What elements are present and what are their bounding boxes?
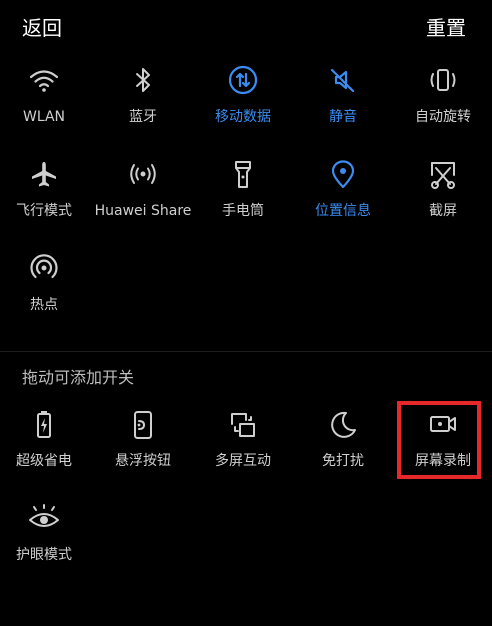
floating-button-icon bbox=[126, 408, 160, 442]
tile-screenshot[interactable]: 截屏 bbox=[394, 158, 492, 238]
wifi-icon bbox=[27, 64, 61, 98]
tile-label: Huawei Share bbox=[94, 203, 192, 219]
tile-auto-rotate[interactable]: 自动旋转 bbox=[394, 64, 492, 144]
auto-rotate-icon bbox=[426, 64, 460, 98]
tile-multi-screen[interactable]: 多屏互动 bbox=[194, 408, 292, 488]
tile-label: 位置信息 bbox=[315, 203, 371, 219]
tile-super-power-saving[interactable]: 超级省电 bbox=[0, 408, 93, 488]
tile-label: 移动数据 bbox=[215, 109, 271, 125]
add-section-title: 拖动可添加开关 bbox=[22, 368, 135, 387]
tile-floating-button[interactable]: 悬浮按钮 bbox=[94, 408, 192, 488]
tile-label: 超级省电 bbox=[16, 453, 72, 469]
mobile-data-icon bbox=[226, 64, 260, 98]
battery-icon bbox=[27, 408, 61, 442]
multi-screen-icon bbox=[226, 408, 260, 442]
tile-screen-record[interactable]: 屏幕录制 bbox=[394, 408, 492, 488]
bluetooth-icon bbox=[126, 64, 160, 98]
hotspot-icon bbox=[27, 252, 61, 286]
tile-label: 飞行模式 bbox=[16, 203, 72, 219]
tile-label: 悬浮按钮 bbox=[115, 453, 171, 469]
tile-label: 屏幕录制 bbox=[415, 453, 471, 469]
tile-location[interactable]: 位置信息 bbox=[294, 158, 392, 238]
tile-mobile-data[interactable]: 移动数据 bbox=[194, 64, 292, 144]
moon-icon bbox=[326, 408, 360, 442]
screen-record-icon bbox=[426, 408, 460, 442]
huawei-share-icon bbox=[126, 158, 160, 192]
eye-icon bbox=[27, 502, 61, 536]
reset-button[interactable]: 重置 bbox=[426, 12, 466, 41]
back-button[interactable]: 返回 bbox=[22, 12, 62, 41]
tile-label: 护眼模式 bbox=[16, 547, 72, 563]
tile-eye-comfort[interactable]: 护眼模式 bbox=[0, 502, 93, 582]
top-bar: 返回 重置 bbox=[0, 0, 492, 50]
tile-label: 免打扰 bbox=[322, 453, 364, 469]
section-divider bbox=[0, 351, 492, 352]
location-icon bbox=[326, 158, 360, 192]
screenshot-icon bbox=[426, 158, 460, 192]
tile-hotspot[interactable]: 热点 bbox=[0, 252, 93, 332]
airplane-icon bbox=[27, 158, 61, 192]
flashlight-icon bbox=[226, 158, 260, 192]
tile-label: 多屏互动 bbox=[215, 453, 271, 469]
tile-label: 蓝牙 bbox=[129, 109, 157, 125]
tile-do-not-disturb[interactable]: 免打扰 bbox=[294, 408, 392, 488]
mute-icon bbox=[326, 64, 360, 98]
tile-label: 热点 bbox=[30, 297, 58, 313]
tile-wlan[interactable]: WLAN bbox=[0, 64, 93, 144]
tile-airplane[interactable]: 飞行模式 bbox=[0, 158, 93, 238]
tile-huawei-share[interactable]: Huawei Share bbox=[94, 158, 192, 238]
tile-label: 自动旋转 bbox=[415, 109, 471, 125]
tile-label: 静音 bbox=[329, 109, 357, 125]
tile-mute[interactable]: 静音 bbox=[294, 64, 392, 144]
tile-label: WLAN bbox=[22, 109, 65, 125]
tile-bluetooth[interactable]: 蓝牙 bbox=[94, 64, 192, 144]
tile-flashlight[interactable]: 手电筒 bbox=[194, 158, 292, 238]
tile-label: 截屏 bbox=[429, 203, 457, 219]
tile-label: 手电筒 bbox=[222, 203, 264, 219]
